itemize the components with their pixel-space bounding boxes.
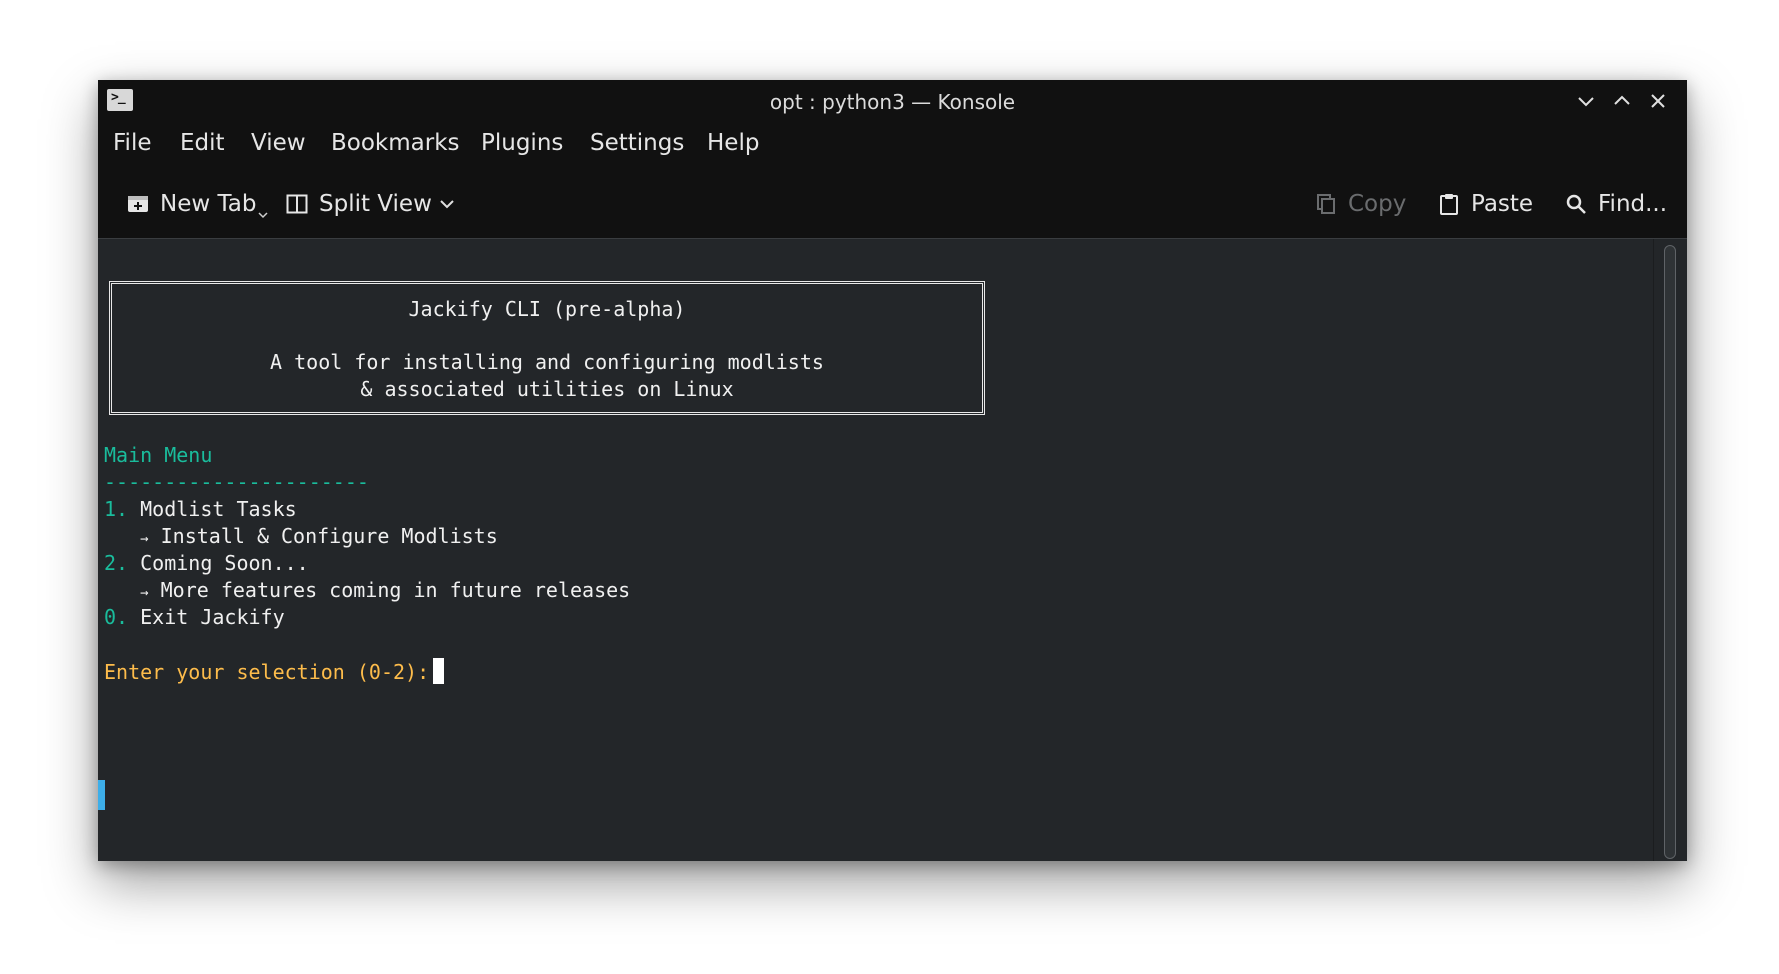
copy-icon	[1317, 194, 1335, 214]
chevron-down-icon	[1578, 97, 1594, 107]
menu-option-detail: → Install & Configure Modlists	[104, 523, 498, 553]
find-button[interactable]: Find...	[1564, 184, 1667, 224]
arrow-icon: →	[140, 531, 149, 547]
prompt-text: Enter your selection (0-2):	[104, 660, 430, 684]
menu-edit[interactable]: Edit	[180, 130, 225, 156]
menu-option: 1. Modlist Tasks	[104, 496, 297, 523]
menu-plugins[interactable]: Plugins	[481, 130, 563, 156]
banner-description-line1: A tool for installing and configuring mo…	[270, 350, 824, 374]
minimize-button[interactable]	[1575, 90, 1597, 112]
split-view-label: Split View	[319, 191, 432, 217]
option-label: Exit Jackify	[140, 605, 285, 629]
option-detail: More features coming in future releases	[160, 578, 631, 602]
chevron-down-icon	[440, 200, 454, 209]
menu-option: 2. Coming Soon...	[104, 550, 309, 577]
new-tab-button[interactable]: New Tab	[126, 184, 268, 224]
close-button[interactable]	[1647, 90, 1669, 112]
arrow-icon: →	[140, 585, 149, 601]
menu-bookmarks[interactable]: Bookmarks	[331, 130, 460, 156]
title-bar[interactable]: >_ opt : python3 — Konsole	[98, 80, 1687, 122]
selection-marker	[98, 780, 105, 810]
menu-option: 0. Exit Jackify	[104, 604, 285, 631]
toolbar: New Tab Split View Copy Paste Find...	[98, 184, 1687, 224]
new-tab-icon	[128, 196, 148, 212]
scrollbar-track[interactable]	[1653, 239, 1687, 861]
selection-prompt: Enter your selection (0-2):	[104, 658, 445, 686]
copy-button[interactable]: Copy	[1314, 184, 1406, 224]
split-view-dropdown[interactable]	[438, 184, 466, 224]
paste-label: Paste	[1471, 191, 1534, 217]
new-tab-label: New Tab	[160, 191, 257, 217]
banner-description-line2: & associated utilities on Linux	[360, 377, 734, 401]
window-title: opt : python3 — Konsole	[769, 90, 1016, 114]
option-number: 2.	[104, 551, 129, 575]
option-detail: Install & Configure Modlists	[160, 524, 498, 548]
konsole-window: >_ opt : python3 — Konsole File Edit Vie…	[98, 80, 1687, 861]
option-label: Modlist Tasks	[140, 497, 297, 521]
chevron-down-icon	[258, 212, 268, 219]
window-chrome: >_ opt : python3 — Konsole File Edit Vie…	[98, 80, 1687, 239]
menu-option-detail: → More features coming in future release…	[104, 577, 630, 607]
menu-heading: Main Menu	[104, 443, 213, 467]
split-view-icon	[286, 194, 308, 214]
menu-file[interactable]: File	[113, 130, 152, 156]
paste-button[interactable]: Paste	[1437, 184, 1533, 224]
text-cursor	[433, 658, 445, 684]
find-label: Find...	[1598, 191, 1668, 217]
terminal-output[interactable]: Jackify CLI (pre-alpha) A tool for insta…	[98, 239, 1654, 861]
maximize-button[interactable]	[1611, 90, 1633, 112]
menu-help[interactable]: Help	[707, 130, 759, 156]
split-view-button[interactable]: Split View	[285, 184, 432, 224]
option-number: 0.	[104, 605, 129, 629]
copy-label: Copy	[1348, 191, 1407, 217]
scrollbar-thumb[interactable]	[1664, 245, 1676, 859]
app-banner: Jackify CLI (pre-alpha) A tool for insta…	[109, 281, 985, 415]
option-label: Coming Soon...	[140, 551, 309, 575]
search-icon	[1566, 194, 1586, 214]
menu-separator: ----------------------	[104, 470, 369, 494]
close-icon	[1651, 94, 1665, 108]
menu-settings[interactable]: Settings	[590, 130, 684, 156]
option-number: 1.	[104, 497, 129, 521]
paste-icon	[1440, 194, 1458, 215]
banner-title: Jackify CLI (pre-alpha)	[408, 297, 686, 321]
menu-view[interactable]: View	[251, 130, 306, 156]
chevron-up-icon	[1614, 95, 1630, 105]
